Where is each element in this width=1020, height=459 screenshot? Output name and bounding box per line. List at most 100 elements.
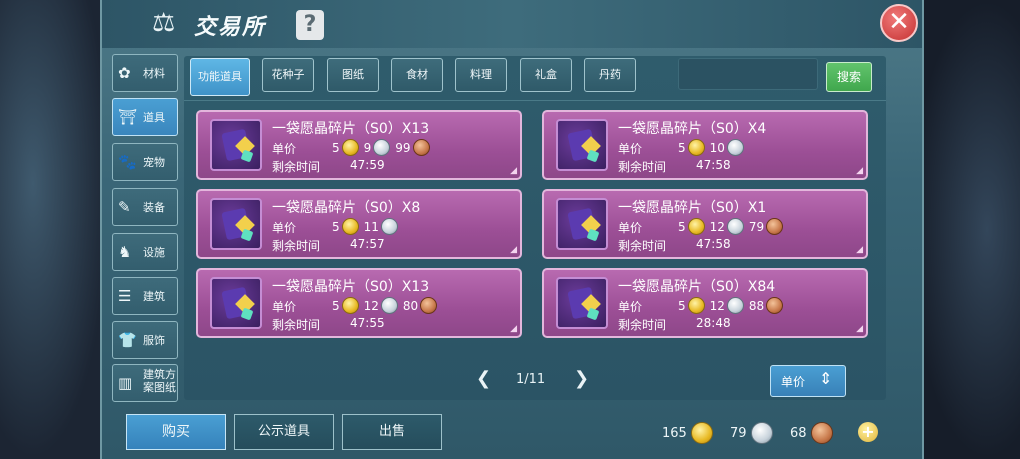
- silver-balance-value: 79: [730, 425, 747, 441]
- time-label: 剩余时间: [272, 239, 321, 253]
- silver-coin-icon: [726, 139, 744, 156]
- gold-coin-icon: [341, 139, 359, 156]
- sidebar-item-props[interactable]: ⛩ 道具: [112, 98, 178, 136]
- listing-card[interactable]: 一袋愿晶碎片（S0）X4 单价 5 10 剩余时间 47:58 ◢: [542, 110, 868, 180]
- corner-mark-icon: ◢: [510, 166, 517, 176]
- crystal-bag-icon: [556, 119, 608, 171]
- corner-mark-icon: ◢: [856, 324, 863, 334]
- tab-elixir[interactable]: 丹药: [584, 58, 636, 92]
- listing-card[interactable]: 一袋愿晶碎片（S0）X1 单价 5 12 79 剩余时间 47:58 ◢: [542, 189, 868, 259]
- publicize-items-button[interactable]: 公示道具: [234, 414, 334, 450]
- sidebar-item-buildings[interactable]: ☰ 建筑: [112, 277, 178, 315]
- time-label: 剩余时间: [272, 160, 321, 174]
- silver-amount: 9: [363, 140, 372, 155]
- gold-coin-icon: [341, 297, 359, 314]
- corner-mark-icon: ◢: [856, 166, 863, 176]
- crystal-bag-icon: [556, 198, 608, 250]
- prev-page-icon[interactable]: ❮: [476, 368, 491, 389]
- divider: [184, 100, 886, 101]
- price-value: 5 12 88: [678, 297, 786, 314]
- time-remaining: 28:48: [696, 316, 731, 330]
- crystal-bag-icon: [210, 119, 262, 171]
- sidebar-item-label: 服饰: [143, 334, 165, 347]
- silver-balance: 79: [730, 422, 776, 444]
- tab-function-props[interactable]: 功能道具: [190, 58, 250, 96]
- search-input[interactable]: [678, 58, 818, 90]
- gold-balance-value: 165: [662, 425, 687, 441]
- silver-amount: 12: [709, 298, 725, 313]
- flower-icon: ✿: [118, 64, 131, 82]
- tent-icon: ⛩: [118, 108, 138, 126]
- sidebar-item-blueprints[interactable]: ▥ 建筑方案图纸: [112, 364, 178, 402]
- silver-coin-icon: [373, 139, 391, 156]
- price-label: 单价: [272, 221, 297, 235]
- tab-blueprints[interactable]: 图纸: [327, 58, 379, 92]
- header-bar: ⚖ 交易所 ? ✕: [102, 0, 922, 48]
- copper-amount: 79: [748, 219, 765, 234]
- listing-area: 功能道具 花种子 图纸 食材 料理 礼盒 丹药 搜索 一袋愿晶碎片（S0）X13…: [184, 56, 886, 400]
- sidebar-item-pets[interactable]: 🐾 宠物: [112, 143, 178, 181]
- price-label: 单价: [618, 300, 643, 314]
- shirt-icon: 👕: [118, 331, 137, 349]
- sort-label: 单价: [781, 375, 806, 389]
- gold-coin-icon: [687, 297, 705, 314]
- time-label: 剩余时间: [272, 318, 321, 332]
- price-value: 5 12 79: [678, 218, 786, 235]
- silver-coin-icon: [726, 218, 744, 235]
- page-indicator: 1/11: [516, 372, 546, 387]
- horse-icon: ♞: [118, 243, 132, 261]
- next-page-icon[interactable]: ❯: [574, 368, 589, 389]
- building-icon: ☰: [118, 287, 132, 305]
- crystal-bag-icon: [210, 277, 262, 329]
- price-value: 5 11: [332, 218, 401, 235]
- silver-amount: 12: [363, 298, 379, 313]
- sort-icon: ⇕: [819, 369, 833, 388]
- listing-card[interactable]: 一袋愿晶碎片（S0）X84 单价 5 12 88 剩余时间 28:48 ◢: [542, 268, 868, 338]
- time-label: 剩余时间: [618, 160, 667, 174]
- price-value: 5 10: [678, 139, 747, 156]
- tab-flower-seeds[interactable]: 花种子: [262, 58, 314, 92]
- corner-mark-icon: ◢: [510, 324, 517, 334]
- sort-by-price-button[interactable]: 单价 ⇕: [770, 365, 846, 397]
- search-button[interactable]: 搜索: [826, 62, 872, 92]
- paw-icon: 🐾: [118, 153, 137, 171]
- listing-card[interactable]: 一袋愿晶碎片（S0）X13 单价 5 9 99 剩余时间 47:59 ◢: [196, 110, 522, 180]
- sidebar-item-clothing[interactable]: 👕 服饰: [112, 321, 178, 359]
- silver-amount: 12: [709, 219, 725, 234]
- time-remaining: 47:57: [350, 237, 385, 251]
- listing-card[interactable]: 一袋愿晶碎片（S0）X8 单价 5 11 剩余时间 47:57 ◢: [196, 189, 522, 259]
- copper-amount: 88: [748, 298, 765, 313]
- sidebar-item-facilities[interactable]: ♞ 设施: [112, 233, 178, 271]
- copper-coin-icon: [420, 297, 438, 314]
- price-label: 单价: [618, 142, 643, 156]
- gold-coin-icon: [687, 218, 705, 235]
- tab-cooking[interactable]: 料理: [455, 58, 507, 92]
- listing-name: 一袋愿晶碎片（S0）X84: [618, 279, 776, 295]
- sell-button[interactable]: 出售: [342, 414, 442, 450]
- sidebar-item-equipment[interactable]: ✎ 装备: [112, 188, 178, 226]
- exchange-panel: ⚖ 交易所 ? ✕ ✿ 材料 ⛩ 道具 🐾 宠物 ✎ 装备 ♞ 设施 ☰ 建筑 …: [100, 0, 924, 459]
- crystal-bag-icon: [210, 198, 262, 250]
- copper-balance-value: 68: [790, 425, 807, 441]
- copper-coin-icon: [412, 139, 430, 156]
- sidebar-item-label: 设施: [143, 246, 165, 259]
- price-value: 5 9 99: [332, 139, 433, 156]
- gold-amount: 5: [678, 140, 686, 155]
- scale-icon: ⚖: [152, 8, 176, 38]
- time-remaining: 47:55: [350, 316, 385, 330]
- close-button[interactable]: ✕: [880, 4, 918, 42]
- copper-amount: 80: [402, 298, 419, 313]
- add-currency-button[interactable]: +: [858, 422, 878, 442]
- sidebar-item-label: 装备: [143, 201, 165, 214]
- help-button[interactable]: ?: [296, 10, 324, 40]
- gold-amount: 5: [332, 140, 340, 155]
- sidebar-item-label: 宠物: [143, 156, 165, 169]
- sidebar-item-label: 建筑: [143, 290, 165, 303]
- tab-gift-box[interactable]: 礼盒: [520, 58, 572, 92]
- buy-button[interactable]: 购买: [126, 414, 226, 450]
- sidebar-item-materials[interactable]: ✿ 材料: [112, 54, 178, 92]
- listing-card[interactable]: 一袋愿晶碎片（S0）X13 单价 5 12 80 剩余时间 47:55 ◢: [196, 268, 522, 338]
- window-title: 交易所: [194, 15, 267, 40]
- price-label: 单价: [272, 142, 297, 156]
- tab-ingredients[interactable]: 食材: [391, 58, 443, 92]
